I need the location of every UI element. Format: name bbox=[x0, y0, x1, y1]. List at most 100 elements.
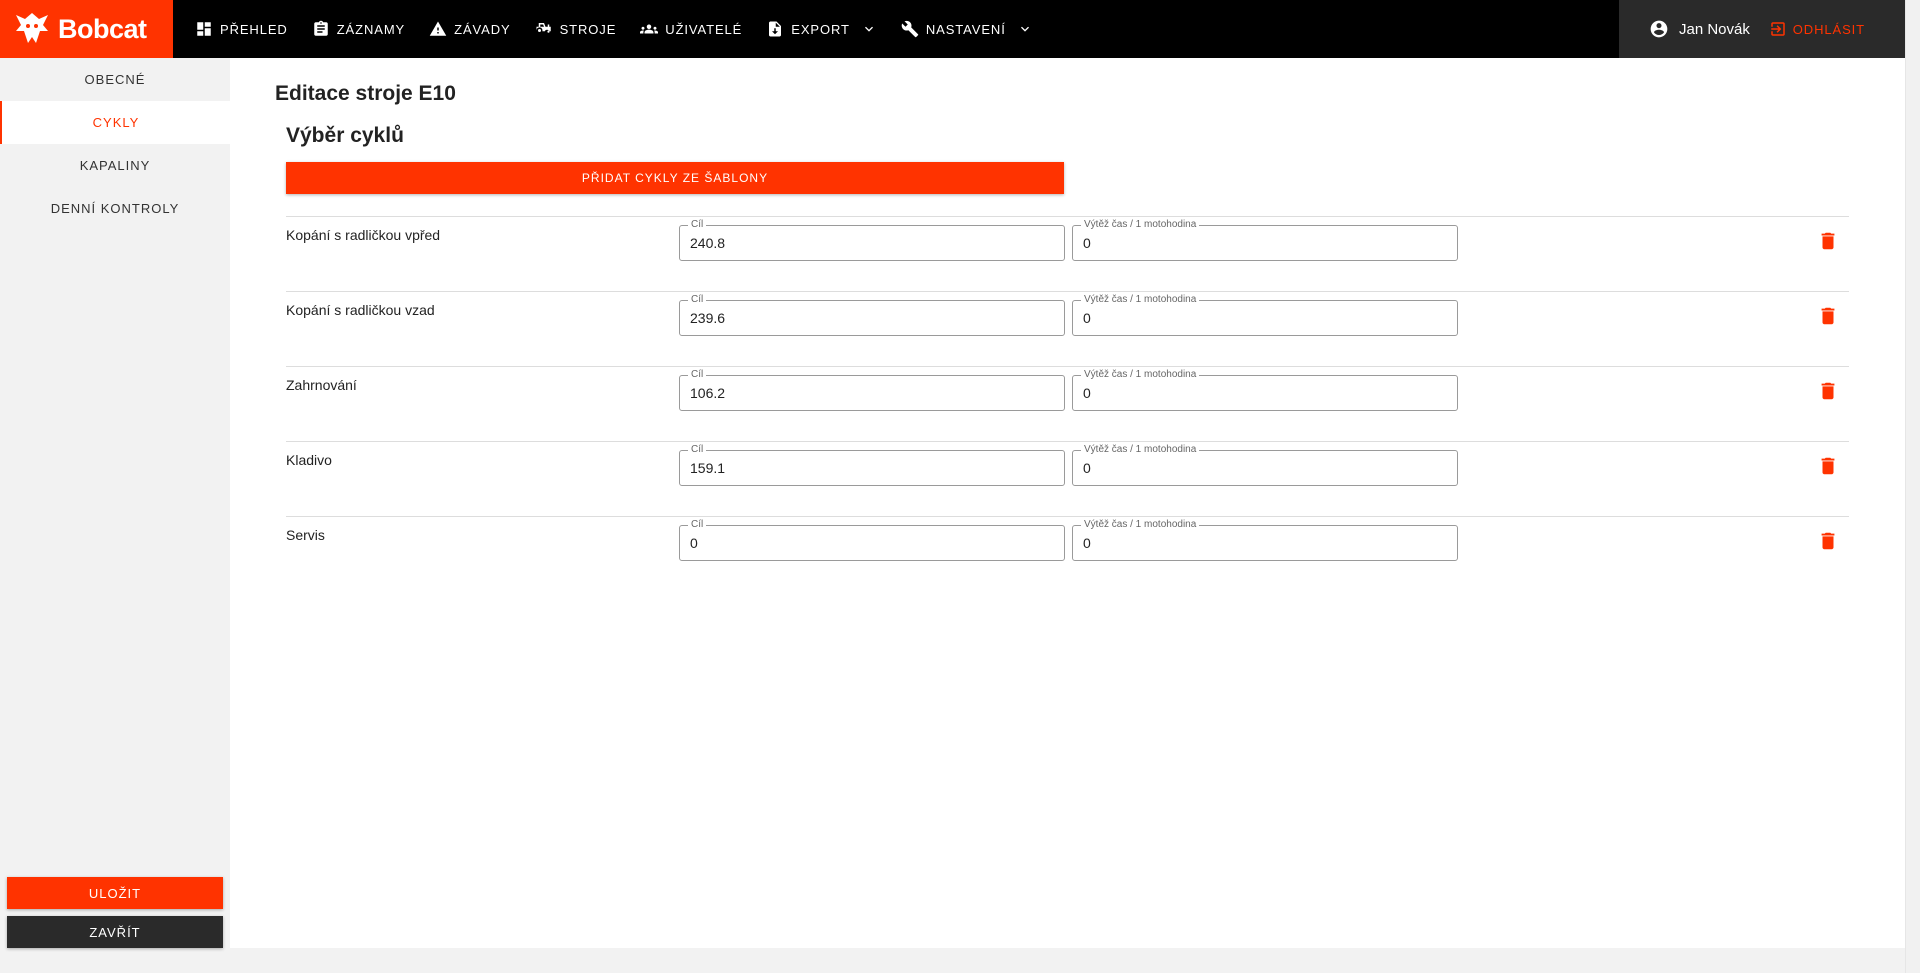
cycle-name: Kopání s radličkou vzad bbox=[286, 302, 435, 318]
cycle-list: Kopání s radličkou vpřed Cíl 240.8 Výtěž… bbox=[286, 216, 1849, 591]
nav-item-export[interactable]: Export bbox=[754, 0, 889, 58]
delete-button[interactable] bbox=[1817, 230, 1839, 252]
user-name: Jan Novák bbox=[1679, 20, 1750, 38]
nav-label: Nastavení bbox=[925, 21, 1006, 37]
yield-value: 0 bbox=[1083, 310, 1091, 326]
sidebar-item-label: Obecné bbox=[84, 72, 146, 87]
trash-icon bbox=[1821, 382, 1835, 400]
target-input[interactable]: Cíl 106.2 bbox=[679, 369, 1065, 411]
yield-input[interactable]: Výtěž čas / 1 motohodina 0 bbox=[1072, 369, 1458, 411]
target-input[interactable]: Cíl 240.8 bbox=[679, 219, 1065, 261]
logout-icon bbox=[1771, 22, 1785, 36]
cycle-name: Kladivo bbox=[286, 452, 332, 468]
logout-label: Odhlásit bbox=[1792, 21, 1865, 37]
target-label: Cíl bbox=[688, 444, 707, 456]
delete-button[interactable] bbox=[1817, 530, 1839, 552]
warning-icon bbox=[429, 21, 447, 36]
trash-icon bbox=[1821, 457, 1835, 475]
main-content: Editace stroje E10 Výběr cyklů Přidat cy… bbox=[230, 58, 1905, 948]
yield-label: Výtěž čas / 1 motohodina bbox=[1081, 219, 1200, 231]
dashboard-icon bbox=[197, 22, 211, 36]
cycle-name: Kopání s radličkou vpřed bbox=[286, 227, 441, 243]
target-value: 106.2 bbox=[690, 385, 726, 401]
delete-button[interactable] bbox=[1817, 380, 1839, 402]
cycle-row: Servis Cíl 0 Výtěž čas / 1 motohodina 0 bbox=[286, 516, 1849, 591]
user-menu[interactable]: Jan Novák bbox=[1649, 19, 1750, 39]
clipboard-icon bbox=[313, 20, 328, 36]
target-value: 0 bbox=[690, 535, 698, 551]
save-button[interactable]: Uložit bbox=[7, 877, 223, 909]
target-label: Cíl bbox=[688, 219, 707, 231]
target-label: Cíl bbox=[688, 294, 707, 306]
target-input[interactable]: Cíl 239.6 bbox=[679, 294, 1065, 336]
delete-button[interactable] bbox=[1817, 455, 1839, 477]
trash-icon bbox=[1821, 307, 1835, 325]
nav-item-nastaveni[interactable]: Nastavení bbox=[889, 0, 1045, 58]
user-area: Jan Novák Odhlásit bbox=[1619, 0, 1905, 58]
sidebar-item-cykly[interactable]: Cykly bbox=[0, 101, 230, 144]
nav-label: Závady bbox=[454, 21, 511, 37]
bobcat-logo-icon bbox=[16, 13, 48, 43]
nav-item-stroje[interactable]: Stroje bbox=[523, 0, 629, 58]
cycle-row: Kladivo Cíl 159.1 Výtěž čas / 1 motohodi… bbox=[286, 441, 1849, 516]
brand-logo[interactable]: Bobcat bbox=[0, 0, 173, 58]
target-value: 239.6 bbox=[690, 310, 726, 326]
trash-icon bbox=[1821, 532, 1835, 550]
yield-input[interactable]: Výtěž čas / 1 motohodina 0 bbox=[1072, 444, 1458, 486]
yield-value: 0 bbox=[1083, 460, 1091, 476]
cycle-name: Zahrnování bbox=[286, 377, 357, 393]
nav-label: Záznamy bbox=[336, 21, 406, 37]
chevron-down-icon bbox=[864, 26, 873, 32]
sidebar-item-denni-kontroly[interactable]: Denní kontroly bbox=[0, 187, 230, 230]
yield-label: Výtěž čas / 1 motohodina bbox=[1081, 294, 1200, 306]
sidebar-actions: Uložit Zavřít bbox=[7, 877, 223, 948]
yield-value: 0 bbox=[1083, 385, 1091, 401]
chevron-down-icon bbox=[1020, 26, 1029, 32]
yield-value: 0 bbox=[1083, 535, 1091, 551]
target-input[interactable]: Cíl 159.1 bbox=[679, 444, 1065, 486]
cycle-row: Zahrnování Cíl 106.2 Výtěž čas / 1 motoh… bbox=[286, 366, 1849, 441]
trash-icon bbox=[1821, 232, 1835, 250]
logout-button[interactable]: Odhlásit bbox=[1769, 20, 1865, 38]
account-circle-icon bbox=[1650, 20, 1668, 38]
nav-label: Uživatelé bbox=[665, 21, 743, 37]
sidebar-item-label: Denní kontroly bbox=[50, 201, 180, 216]
yield-input[interactable]: Výtěž čas / 1 motohodina 0 bbox=[1072, 519, 1458, 561]
target-label: Cíl bbox=[688, 519, 707, 531]
yield-input[interactable]: Výtěž čas / 1 motohodina 0 bbox=[1072, 219, 1458, 261]
yield-label: Výtěž čas / 1 motohodina bbox=[1081, 444, 1200, 456]
nav-label: Stroje bbox=[559, 21, 617, 37]
cycle-row: Kopání s radličkou vpřed Cíl 240.8 Výtěž… bbox=[286, 216, 1849, 291]
sidebar-item-label: Kapaliny bbox=[79, 158, 151, 173]
sidebar-item-kapaliny[interactable]: Kapaliny bbox=[0, 144, 230, 187]
target-value: 240.8 bbox=[690, 235, 726, 251]
nav-label: Export bbox=[791, 21, 850, 37]
yield-label: Výtěž čas / 1 motohodina bbox=[1081, 519, 1200, 531]
tractor-icon bbox=[536, 23, 551, 33]
target-label: Cíl bbox=[688, 369, 707, 381]
close-button[interactable]: Zavřít bbox=[7, 916, 223, 948]
users-icon bbox=[640, 24, 659, 34]
delete-button[interactable] bbox=[1817, 305, 1839, 327]
sidebar-item-obecne[interactable]: Obecné bbox=[0, 58, 230, 101]
target-value: 159.1 bbox=[690, 460, 726, 476]
target-input[interactable]: Cíl 0 bbox=[679, 519, 1065, 561]
nav-item-zavady[interactable]: Závady bbox=[417, 0, 522, 58]
page-title: Editace stroje E10 bbox=[275, 82, 456, 105]
file-export-icon bbox=[769, 21, 782, 37]
nav-item-prehled[interactable]: Přehled bbox=[183, 0, 300, 58]
cycle-row: Kopání s radličkou vzad Cíl 239.6 Výtěž … bbox=[286, 291, 1849, 366]
cycle-name: Servis bbox=[286, 527, 325, 543]
nav-item-uzivatele[interactable]: Uživatelé bbox=[628, 0, 754, 58]
nav-label: Přehled bbox=[220, 21, 288, 37]
page-scrollbar[interactable] bbox=[1905, 0, 1920, 973]
wrench-icon bbox=[901, 20, 919, 38]
top-bar: Bobcat Přehled Záznamy Závady Stroje Uži… bbox=[0, 0, 1905, 58]
add-cycles-from-template-button[interactable]: Přidat cykly ze šablony bbox=[286, 162, 1064, 194]
yield-value: 0 bbox=[1083, 235, 1091, 251]
section-title: Výběr cyklů bbox=[286, 124, 404, 147]
sidebar: Obecné Cykly Kapaliny Denní kontroly Ulo… bbox=[0, 58, 230, 948]
sidebar-item-label: Cykly bbox=[92, 115, 140, 130]
nav-item-zaznamy[interactable]: Záznamy bbox=[300, 0, 417, 58]
yield-input[interactable]: Výtěž čas / 1 motohodina 0 bbox=[1072, 294, 1458, 336]
